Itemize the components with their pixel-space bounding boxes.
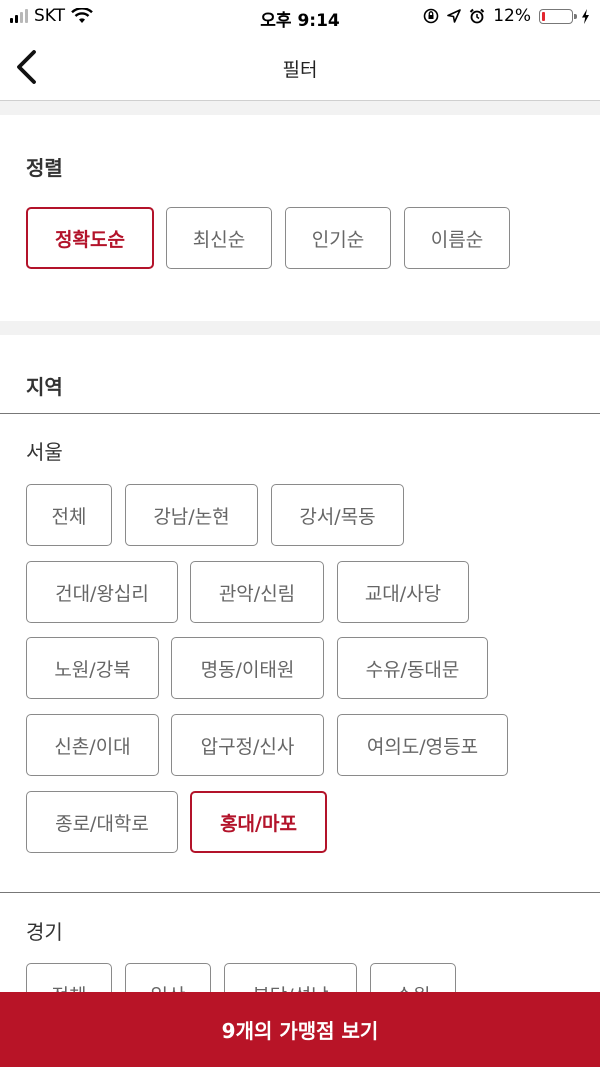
seoul-chip-gangseo[interactable]: 강서/목동 <box>271 484 404 546</box>
sort-section-title: 정렬 <box>26 156 63 180</box>
seoul-chip-jongno[interactable]: 종로/대학로 <box>26 791 178 853</box>
seoul-chip-nowon[interactable]: 노원/강북 <box>26 637 159 699</box>
orientation-lock-icon <box>423 8 439 24</box>
alarm-icon <box>469 8 485 24</box>
page-title: 필터 <box>282 59 318 81</box>
charging-icon <box>582 8 589 24</box>
section-divider <box>0 101 600 115</box>
status-right: 12% <box>423 6 590 26</box>
battery-level-fill <box>542 11 545 21</box>
seoul-chip-myeongdong[interactable]: 명동/이태원 <box>171 637 324 699</box>
sort-option-latest[interactable]: 최신순 <box>166 207 272 269</box>
sort-option-accuracy[interactable]: 정확도순 <box>26 207 154 269</box>
region-divider <box>0 413 600 414</box>
seoul-chip-gangnam[interactable]: 강남/논현 <box>125 484 258 546</box>
seoul-chip-apgujeong[interactable]: 압구정/신사 <box>171 714 324 776</box>
gyeonggi-divider <box>0 892 600 893</box>
seoul-chip-konkuk[interactable]: 건대/왕십리 <box>26 561 178 623</box>
seoul-chip-suyu[interactable]: 수유/동대문 <box>337 637 488 699</box>
section-divider <box>0 321 600 335</box>
sort-option-name[interactable]: 이름순 <box>404 207 510 269</box>
battery-icon <box>539 8 577 24</box>
gyeonggi-label: 경기 <box>26 920 63 944</box>
battery-percent: 12% <box>493 6 531 26</box>
seoul-chip-sinchon[interactable]: 신촌/이대 <box>26 714 159 776</box>
seoul-chip-gyodae[interactable]: 교대/사당 <box>337 561 469 623</box>
seoul-chip-hongdae[interactable]: 홍대/마포 <box>190 791 327 853</box>
view-stores-button[interactable]: 9개의 가맹점 보기 <box>0 992 600 1067</box>
nav-bar: 필터 <box>0 34 600 101</box>
seoul-chip-all[interactable]: 전체 <box>26 484 112 546</box>
seoul-chip-yeouido[interactable]: 여의도/영등포 <box>337 714 508 776</box>
region-section-title: 지역 <box>26 375 63 399</box>
seoul-label: 서울 <box>26 440 63 464</box>
location-icon <box>447 9 462 23</box>
seoul-chip-gwanak[interactable]: 관악/신림 <box>190 561 324 623</box>
sort-option-popular[interactable]: 인기순 <box>285 207 391 269</box>
status-bar: SKT 오후 9:14 12% <box>0 0 600 34</box>
